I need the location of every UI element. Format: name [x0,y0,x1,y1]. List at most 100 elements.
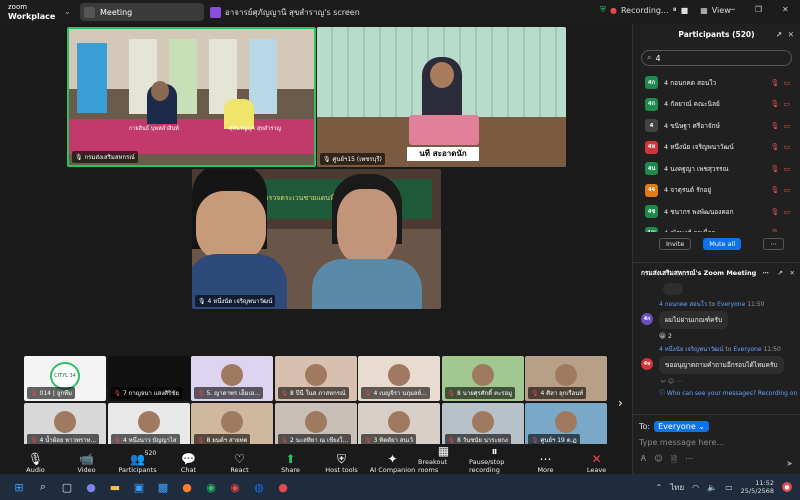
reaction-icons[interactable]: ↩ ☺ ⋯ [633,374,800,385]
teams-icon[interactable]: ● [80,478,102,496]
firefox-icon[interactable]: ● [176,478,198,496]
popout-icon[interactable]: ↗ [776,30,782,39]
message-bubble[interactable]: ขออนุญาตถามคำถามอีกรอบได้ไหมครับ [659,356,784,374]
stop-record-icon[interactable]: ■ [681,6,689,15]
video-off-icon: ▭ [783,229,790,232]
search-icon[interactable]: ⌕ [32,478,54,496]
windows-start-icon[interactable]: ⊞ [8,478,30,496]
participants-button[interactable]: 👥 520 Participants [112,450,163,474]
notification-badge[interactable]: ● [782,482,792,492]
ai-companion-button[interactable]: ✦ AI Companion [367,452,418,474]
message-bubble[interactable]: ผมไม่ผ่านเกณฑ์ครับ [659,311,729,329]
zoom-app-icon[interactable]: ◍ [248,478,270,496]
message-input[interactable]: Type message here... [639,438,795,447]
more-button[interactable]: ⋯ More [520,452,571,474]
popout-icon[interactable]: ↗ [778,269,783,277]
chevron-down-icon[interactable]: ⌄ [64,7,71,16]
participant-silhouette [221,364,243,386]
gallery-tile[interactable]: 🎙 5. ญาดาพร เอ็มเอ... [191,356,273,401]
avatar: 4ณ [645,226,658,232]
clock[interactable]: 11:52 25/5/2568 [741,479,774,495]
task-view-icon[interactable]: ▢ [56,478,78,496]
breakout-rooms-button[interactable]: ▦ Breakout rooms [418,444,469,474]
participant-search-input[interactable]: ⌕ 4 [641,50,792,66]
pause-record-icon[interactable]: ⏸ [673,5,677,15]
minimize-icon[interactable]: ─ [730,5,735,14]
gallery-tile[interactable]: 🎙 4 ศิลา ลุกเรือนท์ [525,356,607,401]
react-button[interactable]: ♡ React [214,452,265,474]
chat-message: 4ก 4 กอนกคด สอนใว to Everyone 11:50 ผมไม่ผ… [633,299,800,340]
gallery-tile[interactable]: CITYL 34 🎙 014 | ลูกทีม [24,356,106,401]
share-button[interactable]: ⬆ Share [265,452,316,474]
recording-indicator[interactable]: ⛨ ● Recording... ⏸ ■ ▦ View [600,5,731,15]
emoji-icon[interactable]: ☺ [654,454,662,468]
gallery-tile[interactable]: 🎙 4 น้ำผ้อย ทาวพราห... [24,403,106,448]
wifi-icon[interactable]: ◠ [692,483,699,492]
gallery-tile[interactable]: 🎙 8 ปีนี ในส ภาสหกรณ์ [274,356,357,401]
maximize-icon[interactable]: ❐ [755,5,762,14]
meeting-info-button[interactable]: Meeting [80,3,204,21]
participant-row[interactable]: 4 4 ขนิษฐา ศรีอาจักษ์ 🎙 ▭ [633,115,800,137]
avatar: 4ช [645,205,658,219]
chat-button[interactable]: 💬 Chat [163,452,214,474]
close-chat-icon[interactable]: ✕ [790,269,795,277]
more-options-icon[interactable]: ⋯ [763,238,784,250]
file-explorer-icon[interactable]: ▬ [104,478,126,496]
participant-row[interactable]: 4ก 4 กัลยาณ์ คณะนิลย์ 🎙 ▭ [633,94,800,116]
gallery-tile[interactable]: 🎙 8 นายศุรศักดิ์ คะรอมู [441,356,524,401]
chrome-icon[interactable]: ◉ [224,478,246,496]
placard-text: ศุลันรัญญา สุขสำราญ [229,126,282,132]
host-tools-button[interactable]: ⛨ Host tools [316,452,367,474]
previous-message-bubble [663,283,683,295]
gallery-tile[interactable]: 🎙 8 ยนต์ฯ สายทต [191,403,273,448]
file-icon[interactable]: 🗎 [671,454,677,468]
send-icon[interactable]: ➤ [786,459,793,468]
who-can-see-link[interactable]: ⓘ Who can see your messages? Recording o… [633,385,800,397]
gallery-tile[interactable]: 🎙 4 หนึ่งนาว บัญญาไส [107,403,190,448]
leave-button[interactable]: ✕ Leave [571,452,622,474]
format-icon[interactable]: Ꭺ [641,454,646,468]
gallery-tile[interactable]: 🎙 8 วันชนัย นาระยกง [441,403,524,448]
invite-button[interactable]: Invite [659,238,692,250]
pause-stop-recording-button[interactable]: ⏸ Pause/stop recording [469,444,520,474]
video-tile-active-speaker[interactable]: ตำรวจตระเวนชายแดนที่ 34 🎙 4 หนึ่งนัด เจร… [192,169,441,309]
store-icon[interactable]: ▣ [128,478,150,496]
gallery-tile[interactable]: 🎙 4 เบญจิรา นฤมลย์... [358,356,440,401]
video-off-icon: ▭ [783,78,790,87]
participant-row[interactable]: 4ก 4 กอนกคด สอนใว 🎙 ▭ [633,72,800,94]
participant-row[interactable]: 4น 4 นงคฐญา เพชสุวรรณ 🎙 ▭ [633,158,800,180]
participant-row[interactable]: 4ช 4 ชนากร พงพัฒนองคอก 🎙 ▭ [633,201,800,223]
gallery-tile[interactable]: 🎙 2 นะสทิยา ณ เชียงใ... [274,403,357,448]
grid-icon: ▦ [437,444,450,458]
gallery-tile[interactable]: 🎙 ศูนย์ฯ 19 ต.ฏ [525,403,607,448]
avatar: 4จ [645,183,658,197]
participant-row[interactable]: 4ห 4 หนึ่งนัย เจริญพนาวัฒน์ 🎙 ▭ [633,137,800,159]
screen-share-icon [210,7,221,18]
speaker-icon[interactable]: 🔈 [707,483,717,492]
participant-silhouette [471,411,494,433]
participant-row[interactable]: 4จ 4 จาตุรนต์ รักอยู่ 🎙 ▭ [633,180,800,202]
mute-all-button[interactable]: Mute all [703,238,742,250]
audio-button[interactable]: 🎙 Audio [10,452,61,474]
video-tile-host[interactable]: กายสินธ์ บุพหลำสินท์ ศุลันรัญญา สุขสำราญ… [67,27,316,167]
more-icon[interactable]: ⋯ [763,269,770,277]
gallery-tile[interactable]: 🎙 3 ทิดตัยา สนเว้ [358,403,440,448]
more-icon[interactable]: ⋯ [685,454,693,468]
video-tile-center-15[interactable]: นที สะอาดนัก 🎙 ศูนย์ฯ15 (เพชรบุรี) [317,27,566,167]
app-icon[interactable]: ● [272,478,294,496]
next-page-arrow-icon[interactable]: › [618,396,623,410]
reaction-count[interactable]: 😀 2 [659,332,793,340]
language-indicator[interactable]: ไทย [670,481,684,494]
close-panel-icon[interactable]: ✕ [788,30,794,39]
recipient-select[interactable]: Everyone ⌄ [654,421,709,432]
close-icon[interactable]: ✕ [782,5,789,14]
participant-row[interactable]: 4ณ4 ณัฐพงศ์ กาเนื่อย🎙▭ [633,223,800,232]
video-button[interactable]: 📹 Video [61,452,112,474]
zoom-app-icon[interactable]: ▩ [152,478,174,496]
battery-icon[interactable]: ▭ [725,483,733,492]
view-button[interactable]: View [712,6,731,15]
chrome-icon[interactable]: ◉ [200,478,222,496]
view-grid-icon[interactable]: ▦ [700,6,708,15]
tray-arrow-icon[interactable]: ⌃ [655,483,662,492]
gallery-tile[interactable]: 🎙 7 กาญจนา แสงศิริชัย [107,356,190,401]
